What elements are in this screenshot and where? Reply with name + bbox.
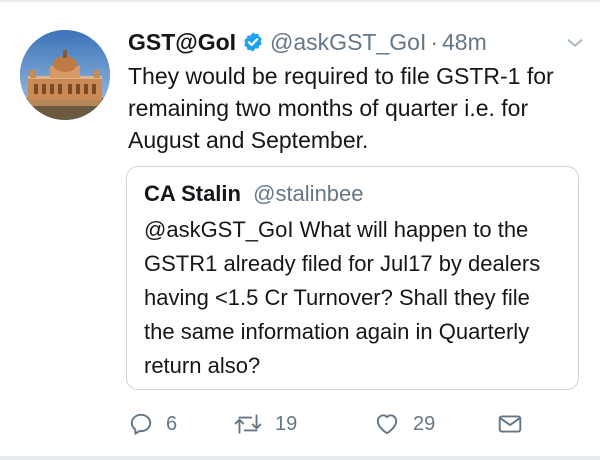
mail-icon — [498, 415, 522, 433]
tweet-text: They would be required to file GSTR-1 fo… — [128, 63, 554, 153]
verified-badge-icon — [242, 31, 264, 53]
quoted-user-handle: @stalinbee — [253, 181, 364, 206]
avatar-building-image — [20, 30, 110, 120]
user-handle[interactable]: @askGST_GoI — [270, 29, 426, 56]
tweet[interactable]: GST@GoI @askGST_GoI · 48m They would be … — [128, 24, 584, 156]
avatar[interactable] — [20, 30, 110, 120]
retweet-button[interactable]: 19 — [233, 404, 297, 444]
share-via-message-button[interactable] — [496, 404, 524, 444]
bottom-divider — [0, 456, 600, 460]
separator-dot: · — [430, 28, 439, 55]
reply-button[interactable]: 6 — [128, 404, 177, 444]
quoted-tweet[interactable]: CA Stalin @stalinbee @askGST_GoI What wi… — [126, 166, 579, 390]
like-count: 29 — [413, 412, 436, 435]
retweet-icon — [234, 414, 262, 434]
heart-icon — [376, 414, 398, 435]
quoted-display-name: CA Stalin — [144, 181, 241, 206]
quoted-tweet-header: CA Stalin @stalinbee — [144, 178, 561, 210]
quoted-tweet-text: @askGST_GoI What will happen to the GSTR… — [144, 217, 541, 378]
tweet-actions: 6 19 29 — [128, 404, 528, 444]
retweet-count: 19 — [275, 412, 298, 435]
chevron-down-icon[interactable] — [564, 32, 586, 54]
tweet-header: GST@GoI @askGST_GoI · 48m — [128, 24, 584, 60]
display-name[interactable]: GST@GoI — [128, 29, 236, 56]
like-button[interactable]: 29 — [373, 404, 435, 444]
reply-count: 6 — [166, 412, 178, 435]
reply-icon — [130, 413, 152, 435]
timestamp[interactable]: 48m — [442, 29, 487, 56]
top-divider — [0, 0, 600, 2]
